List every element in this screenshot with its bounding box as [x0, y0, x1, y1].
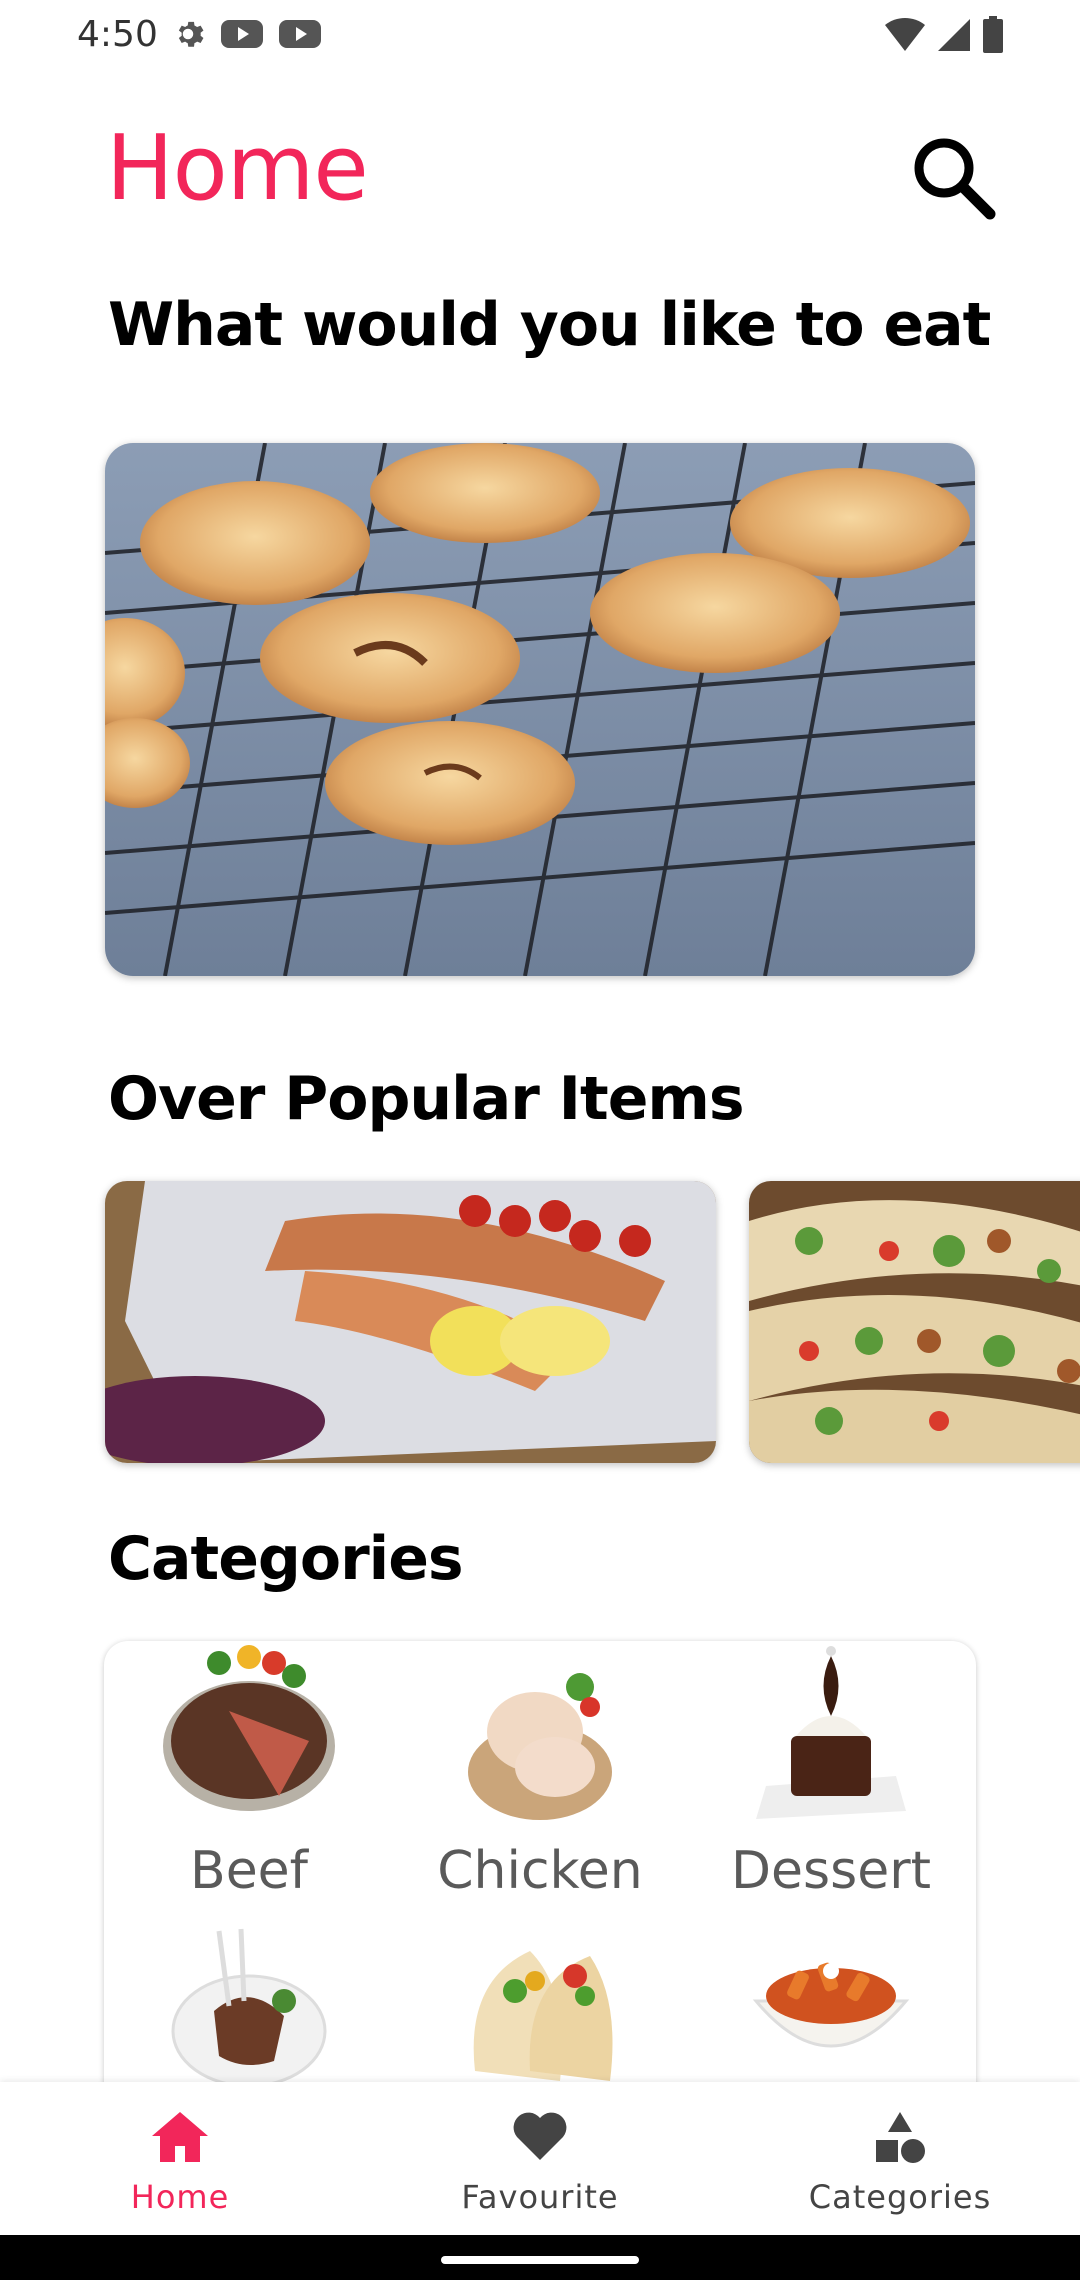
chicken-image — [468, 1673, 612, 1820]
pasta-image — [752, 1962, 910, 2048]
popular-item-image — [749, 1181, 1080, 1463]
search-button[interactable] — [906, 130, 998, 222]
youtube-icon — [279, 20, 321, 48]
battery-icon — [983, 16, 1003, 53]
category-label: Beef — [190, 1841, 308, 1901]
nav-categories[interactable]: Categories — [720, 2082, 1080, 2235]
nav-label: Favourite — [461, 2178, 619, 2216]
category-item-chicken[interactable]: Chicken — [395, 1641, 685, 1911]
signal-icon — [938, 19, 970, 51]
nav-label: Home — [130, 2178, 230, 2216]
gear-icon — [178, 21, 204, 47]
home-icon — [152, 2112, 208, 2162]
nav-label: Categories — [808, 2178, 992, 2216]
popular-heading: Over Popular Items — [108, 1064, 745, 1134]
taco-image — [473, 1951, 613, 2081]
category-item-beef[interactable]: Beef — [104, 1641, 394, 1911]
beef-image — [163, 1645, 335, 1811]
lamb-image — [171, 1928, 327, 2088]
featured-meal-card[interactable] — [105, 443, 975, 976]
popular-item-image — [105, 1181, 716, 1463]
popular-item-card[interactable] — [749, 1181, 1080, 1463]
featured-meal-image — [105, 443, 975, 976]
status-time: 4:50 — [77, 14, 158, 55]
category-label: Dessert — [731, 1841, 931, 1901]
page-title: Home — [106, 116, 369, 221]
category-item-dessert[interactable]: Dessert — [686, 1641, 976, 1911]
bottom-nav: Home Favourite Categories — [0, 2082, 1080, 2235]
categories-icon — [876, 2112, 925, 2163]
gesture-handle[interactable] — [441, 2256, 639, 2264]
nav-home[interactable]: Home — [0, 2082, 360, 2235]
eat-heading: What would you like to eat — [108, 290, 991, 360]
wifi-icon — [885, 17, 925, 51]
heart-icon — [513, 2112, 567, 2160]
categories-heading: Categories — [108, 1524, 464, 1594]
youtube-icon — [221, 20, 263, 48]
popular-item-card[interactable] — [105, 1181, 716, 1463]
status-bar: 4:50 — [0, 0, 1080, 70]
nav-favourite[interactable]: Favourite — [360, 2082, 720, 2235]
category-label: Chicken — [437, 1841, 643, 1901]
status-icons-left — [170, 16, 322, 52]
search-icon — [914, 138, 996, 220]
dessert-image — [756, 1646, 906, 1819]
status-icons-right — [884, 16, 1004, 54]
